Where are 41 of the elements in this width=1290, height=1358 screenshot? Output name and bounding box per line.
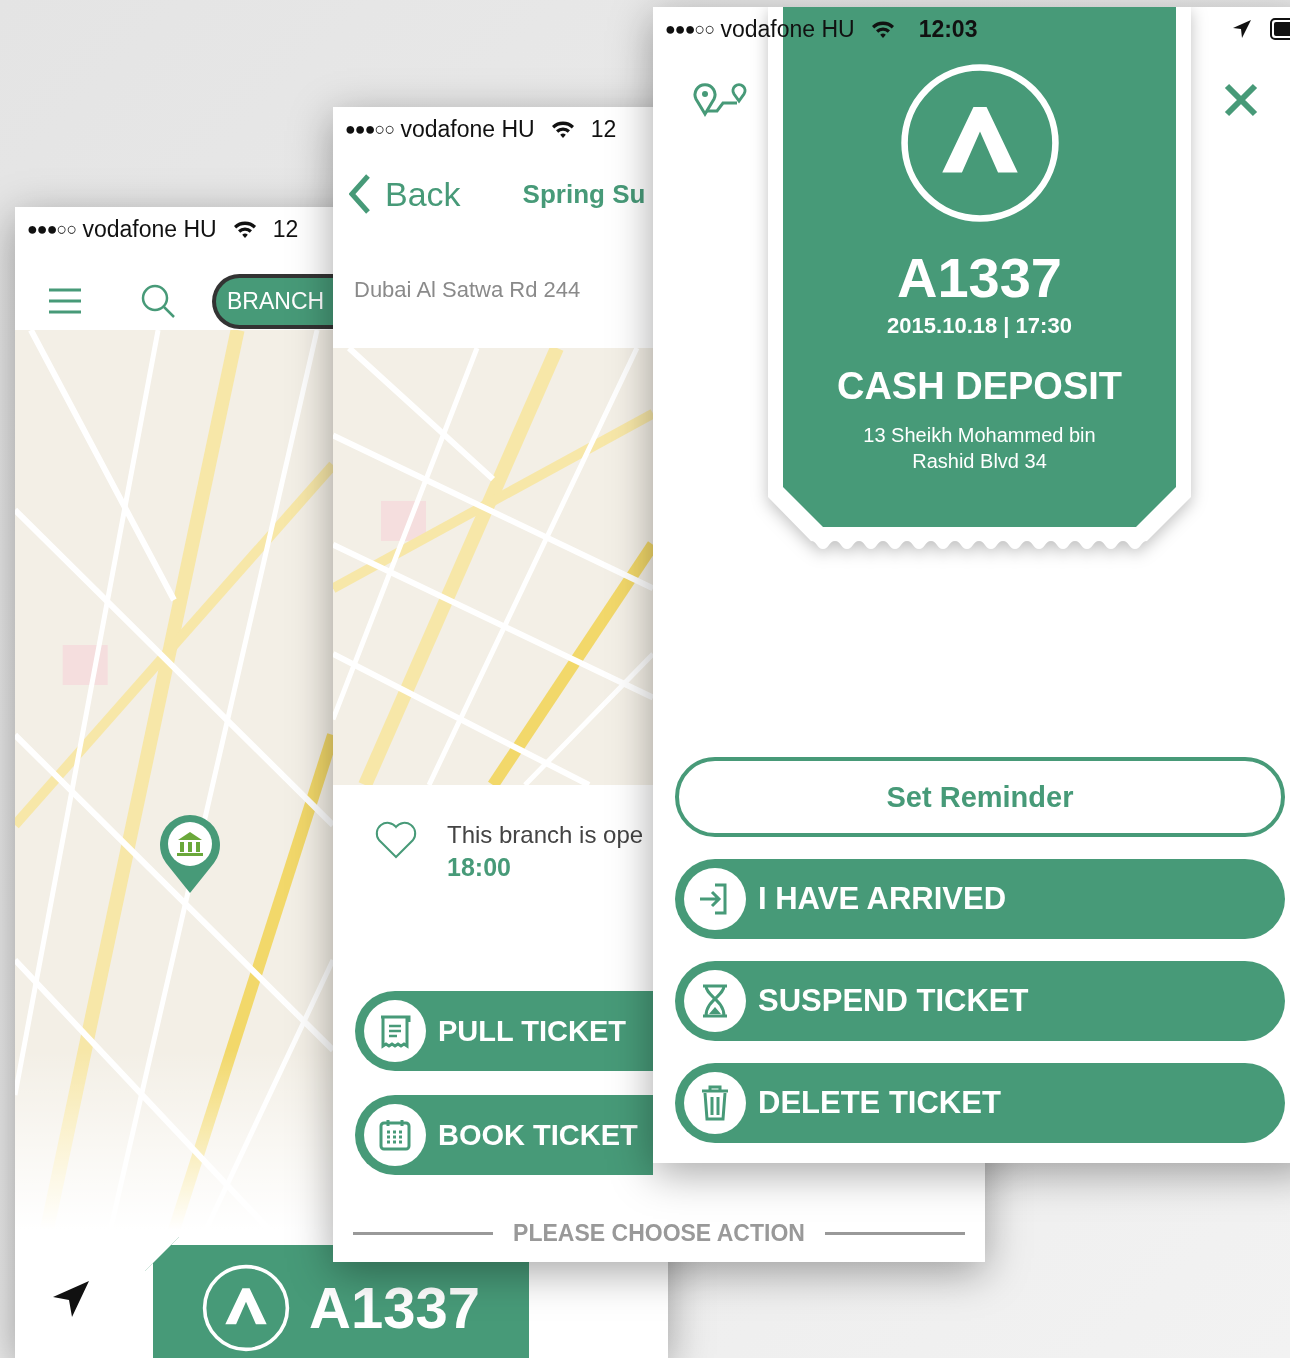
branch-toggle[interactable]: BRANCH <box>212 273 335 329</box>
status-time: 12 <box>590 115 617 143</box>
branch-address: Dubai Al Satwa Rd 244 <box>354 277 581 303</box>
action-button[interactable]: I HAVE ARRIVED <box>675 859 1285 939</box>
route-icon[interactable] <box>693 83 747 117</box>
location-arrow-icon[interactable] <box>51 1279 91 1319</box>
set-reminder-button[interactable]: Set Reminder <box>675 757 1285 837</box>
chevron-icon <box>349 174 371 214</box>
service-name: CASH DEPOSIT <box>836 364 1122 408</box>
back-button[interactable]: Back <box>349 174 461 214</box>
receipt-icon <box>379 1013 411 1049</box>
signal-dots: ●●●○○ <box>345 118 395 140</box>
logo-icon <box>201 1263 291 1353</box>
carrier-name: vodafone HU <box>400 115 535 143</box>
opening-hours-text: This branch is ope <box>447 821 644 849</box>
search-icon[interactable] <box>140 283 176 319</box>
status-time: 12 <box>272 215 299 243</box>
ticket-address: 13 Sheikh Mohammed bin Rashid Blvd 34 <box>862 422 1097 474</box>
ticket-number: A1337 <box>897 247 1062 309</box>
closing-time: 18:00 <box>447 853 512 882</box>
action-button[interactable]: PULL TICKET <box>355 991 653 1071</box>
signal-dots: ●●●○○ <box>665 18 715 40</box>
close-icon[interactable] <box>1224 83 1258 117</box>
branch-title: Spring Su <box>522 178 646 210</box>
hourglass-icon <box>700 983 730 1019</box>
signal-dots: ●●●○○ <box>27 218 77 240</box>
carrier-name: vodafone HU <box>82 215 217 243</box>
heart-icon[interactable] <box>375 821 417 859</box>
wifi-icon <box>870 20 895 38</box>
wifi-icon <box>232 220 257 238</box>
location-arrow-icon <box>1232 19 1252 39</box>
action-button[interactable]: DELETE TICKET <box>675 1063 1285 1143</box>
wifi-icon <box>550 120 575 138</box>
trash-icon <box>700 1085 730 1121</box>
calendar-icon <box>378 1118 412 1152</box>
action-button[interactable]: BOOK TICKET <box>355 1095 653 1175</box>
status-time: 12:03 <box>918 15 978 43</box>
menu-icon[interactable] <box>48 287 82 315</box>
ticket-datetime: 2015.10.18 | 17:30 <box>887 312 1072 339</box>
action-button[interactable]: SUSPEND TICKET <box>675 961 1285 1041</box>
ticket-number: A1337 <box>309 1279 480 1337</box>
